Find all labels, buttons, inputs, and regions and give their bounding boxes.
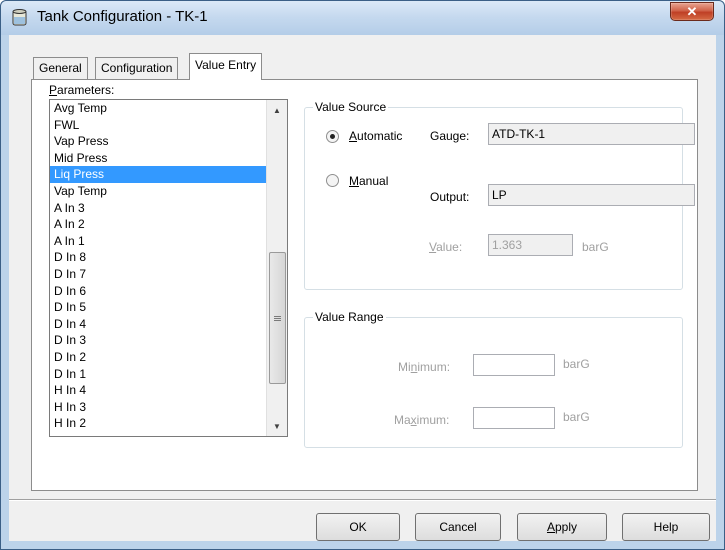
parameters-label: Parameters: — [49, 83, 115, 97]
automatic-radio[interactable] — [326, 130, 339, 143]
parameters-listbox[interactable]: Avg Temp FWL Vap Press Mid Press Liq Pre… — [49, 99, 288, 437]
button-separator — [9, 499, 716, 501]
vertical-scrollbar[interactable]: ▲ ▼ — [266, 100, 287, 436]
list-item-selected[interactable]: Liq Press — [50, 166, 266, 183]
maximum-unit: barG — [563, 410, 590, 424]
grip-icon — [274, 315, 281, 322]
apply-button[interactable]: Apply — [517, 513, 607, 541]
gauge-label: Gauge: — [430, 129, 470, 143]
value-range-group: Value Range Minimum: barG Maximum: barG — [304, 310, 683, 448]
list-item[interactable]: Mid Press — [50, 150, 266, 167]
gauge-field: ATD-TK-1 — [488, 123, 695, 145]
cancel-button[interactable]: Cancel — [415, 513, 501, 541]
parameters-list: Avg Temp FWL Vap Press Mid Press Liq Pre… — [50, 100, 266, 432]
list-item[interactable]: D In 6 — [50, 283, 266, 300]
tab-configuration[interactable]: Configuration — [95, 57, 179, 79]
window-title: Tank Configuration - TK-1 — [37, 8, 208, 25]
list-item[interactable]: H In 3 — [50, 399, 266, 416]
minimum-field[interactable] — [473, 354, 555, 376]
output-field: LP — [488, 184, 695, 206]
scrollbar-thumb[interactable] — [269, 252, 286, 384]
value-label: Value: — [429, 240, 463, 254]
maximum-label: Maximum: — [394, 413, 450, 427]
list-item[interactable]: D In 3 — [50, 332, 266, 349]
output-label: Output: — [430, 190, 470, 204]
maximum-field[interactable] — [473, 407, 555, 429]
list-item[interactable]: Vap Press — [50, 133, 266, 150]
minimum-label: Minimum: — [398, 360, 451, 374]
ok-button[interactable]: OK — [316, 513, 400, 541]
tab-value-entry[interactable]: Value Entry — [189, 53, 263, 80]
list-item[interactable]: D In 1 — [50, 366, 266, 383]
value-range-title: Value Range — [313, 310, 386, 324]
value-source-title: Value Source — [313, 100, 389, 114]
title-bar[interactable]: Tank Configuration - TK-1 ✕ — [1, 1, 724, 35]
list-item[interactable]: Vap Temp — [50, 183, 266, 200]
dialog-window: Tank Configuration - TK-1 ✕ General Conf… — [0, 0, 725, 550]
list-item[interactable]: A In 3 — [50, 200, 266, 217]
automatic-label[interactable]: Automatic — [349, 129, 402, 143]
scroll-up-arrow-icon[interactable]: ▲ — [267, 100, 287, 120]
list-item[interactable]: H In 2 — [50, 415, 266, 432]
list-item[interactable]: H In 4 — [50, 382, 266, 399]
minimum-unit: barG — [563, 357, 590, 371]
value-unit: barG — [582, 240, 609, 254]
list-item[interactable]: A In 2 — [50, 216, 266, 233]
list-item[interactable]: A In 1 — [50, 233, 266, 250]
tab-general[interactable]: General — [33, 57, 88, 79]
dialog-client-area: General Configuration Value Entry Parame… — [9, 35, 716, 541]
value-field: 1.363 — [488, 234, 573, 256]
close-x-icon: ✕ — [686, 3, 698, 19]
list-item[interactable]: Avg Temp — [50, 100, 266, 117]
list-item[interactable]: D In 8 — [50, 249, 266, 266]
help-button[interactable]: Help — [622, 513, 710, 541]
list-item[interactable]: D In 5 — [50, 299, 266, 316]
list-item[interactable]: D In 7 — [50, 266, 266, 283]
list-item[interactable]: D In 2 — [50, 349, 266, 366]
scroll-down-arrow-icon[interactable]: ▼ — [267, 416, 287, 436]
list-item[interactable]: FWL — [50, 117, 266, 134]
value-source-group: Value Source Automatic Gauge: ATD-TK-1 M… — [304, 100, 695, 290]
close-button[interactable]: ✕ — [670, 2, 714, 21]
list-item[interactable]: D In 4 — [50, 316, 266, 333]
value-entry-panel: Parameters: Avg Temp FWL Vap Press Mid P… — [31, 79, 698, 491]
manual-label[interactable]: Manual — [349, 174, 388, 188]
manual-radio[interactable] — [326, 174, 339, 187]
tank-icon — [11, 8, 28, 27]
